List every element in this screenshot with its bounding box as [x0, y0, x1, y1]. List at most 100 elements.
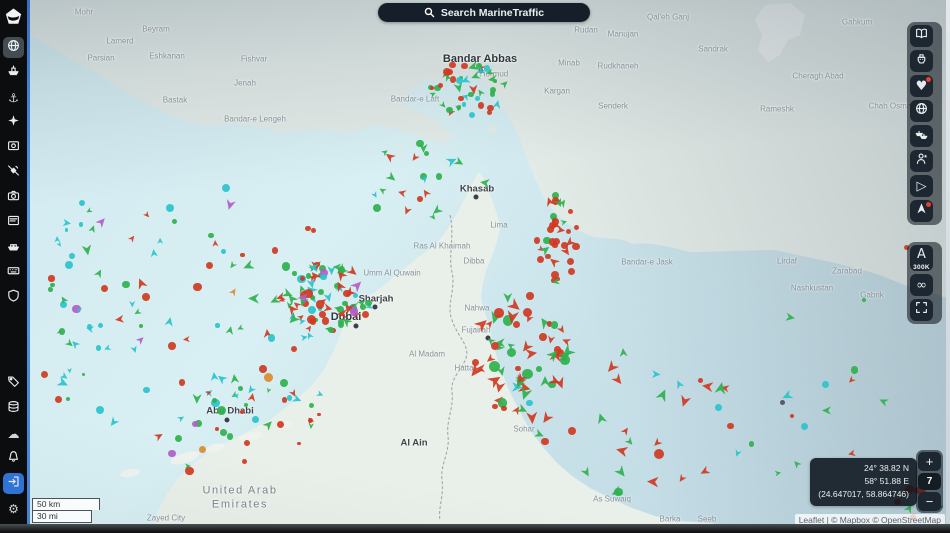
zoom-in-button[interactable]: + — [918, 452, 941, 471]
vessel-marker[interactable] — [416, 139, 424, 148]
vessel-marker[interactable] — [651, 437, 662, 448]
vessel-marker[interactable] — [168, 450, 176, 458]
vessel-marker[interactable] — [337, 321, 344, 328]
vessel-marker[interactable] — [150, 249, 159, 258]
vessel-marker[interactable] — [135, 334, 146, 345]
vessel-marker[interactable] — [446, 107, 453, 114]
vessel-marker[interactable] — [611, 373, 625, 387]
vessel-marker[interactable] — [503, 293, 513, 303]
vessel-marker[interactable] — [378, 186, 387, 195]
vessel-marker[interactable] — [226, 432, 234, 440]
toolbar-button-navigation[interactable] — [910, 200, 933, 222]
vessel-marker[interactable] — [251, 416, 259, 423]
sidebar-item-notifications[interactable] — [3, 448, 24, 469]
vessel-marker[interactable] — [78, 199, 85, 206]
vessel-marker[interactable] — [352, 293, 358, 299]
vessel-marker[interactable] — [82, 372, 86, 376]
vessel-marker[interactable] — [560, 355, 570, 365]
vessel-marker[interactable] — [651, 369, 660, 378]
vessel-marker[interactable] — [138, 323, 144, 329]
vessel-marker[interactable] — [262, 418, 275, 431]
vessel-marker[interactable] — [494, 308, 504, 318]
vessel-marker[interactable] — [456, 77, 464, 85]
vessel-marker[interactable] — [287, 395, 293, 401]
vessel-marker[interactable] — [134, 276, 148, 290]
vessel-marker[interactable] — [429, 85, 434, 90]
vessel-marker[interactable] — [397, 188, 407, 198]
vessel-marker[interactable] — [185, 466, 194, 476]
vessel-marker[interactable] — [315, 300, 325, 309]
vessel-marker[interactable] — [64, 228, 69, 232]
vessel-marker[interactable] — [290, 346, 297, 352]
vessel-marker[interactable] — [436, 173, 443, 180]
vessel-marker[interactable] — [215, 426, 220, 431]
vessel-marker[interactable] — [178, 379, 186, 386]
vessel-marker[interactable] — [318, 288, 325, 295]
vessel-marker[interactable] — [479, 177, 490, 188]
vessel-marker[interactable] — [305, 331, 314, 340]
vessel-marker[interactable] — [307, 418, 313, 424]
vessel-marker[interactable] — [56, 241, 63, 248]
vessel-marker[interactable] — [174, 434, 183, 443]
vessel-marker[interactable] — [198, 446, 206, 454]
vessel-marker[interactable] — [269, 294, 281, 306]
vessel-marker[interactable] — [466, 363, 484, 381]
vessel-marker[interactable] — [461, 102, 467, 107]
vessel-marker[interactable] — [522, 307, 532, 317]
vessel-marker[interactable] — [655, 387, 670, 402]
toolbar-button-account-pilot[interactable] — [910, 150, 933, 172]
vessel-marker[interactable] — [193, 282, 202, 292]
vessel-marker[interactable] — [615, 444, 629, 458]
vessel-marker[interactable] — [534, 237, 541, 244]
vessel-marker[interactable] — [247, 392, 257, 402]
vessel-marker[interactable] — [878, 396, 889, 407]
vessel-marker[interactable] — [242, 259, 256, 273]
vessel-marker[interactable] — [243, 439, 250, 446]
vessel-marker[interactable] — [801, 422, 809, 430]
vessel-marker[interactable] — [401, 206, 411, 216]
vessel-marker[interactable] — [561, 335, 572, 346]
vessel-marker[interactable] — [217, 405, 227, 415]
vessel-marker[interactable] — [851, 366, 859, 374]
vessel-marker[interactable] — [128, 234, 137, 243]
sidebar-item-fleet[interactable] — [3, 237, 24, 258]
vessel-marker[interactable] — [538, 333, 547, 341]
vessel-marker[interactable] — [233, 392, 239, 398]
vessel-marker[interactable] — [276, 421, 284, 429]
sidebar-item-data[interactable] — [3, 262, 24, 283]
vessel-marker[interactable] — [458, 96, 464, 102]
vessel-marker[interactable] — [129, 301, 136, 308]
vessel-marker[interactable] — [621, 426, 631, 436]
vessel-marker[interactable] — [208, 232, 214, 238]
toolbar-button-vessel-density[interactable]: A 300K — [910, 245, 933, 271]
vessel-marker[interactable] — [280, 378, 289, 387]
vessel-marker[interactable] — [242, 458, 247, 464]
vessel-marker[interactable] — [81, 244, 93, 256]
vessel-marker[interactable] — [785, 312, 795, 322]
toolbar-button-playback[interactable]: ▷ — [910, 175, 933, 197]
toolbar-button-guides[interactable] — [910, 25, 933, 47]
vessel-marker[interactable] — [715, 404, 722, 412]
vessel-marker[interactable] — [97, 322, 104, 329]
vessel-marker[interactable] — [547, 226, 555, 233]
vessel-marker[interactable] — [58, 328, 65, 335]
vessel-marker[interactable] — [319, 311, 326, 318]
vessel-marker[interactable] — [192, 394, 202, 404]
vessel-marker[interactable] — [552, 237, 561, 246]
vessel-marker[interactable] — [545, 254, 551, 260]
vessel-marker[interactable] — [177, 414, 186, 423]
vessel-marker[interactable] — [63, 218, 72, 227]
vessel-marker[interactable] — [56, 376, 70, 390]
vessel-marker[interactable] — [702, 380, 714, 392]
vessel-marker[interactable] — [699, 465, 711, 477]
vessel-marker[interactable] — [454, 157, 466, 169]
sidebar-item-photos[interactable] — [3, 137, 24, 158]
sidebar-item-ports[interactable]: ⚓ — [3, 87, 24, 108]
vessel-marker[interactable] — [550, 321, 559, 330]
vessel-marker[interactable] — [862, 298, 866, 302]
vessel-marker[interactable] — [264, 373, 274, 383]
vessel-marker[interactable] — [221, 183, 231, 192]
vessel-marker[interactable] — [779, 399, 785, 405]
sidebar-item-tags[interactable] — [3, 373, 24, 394]
toolbar-button-my-fleets[interactable] — [910, 125, 933, 147]
